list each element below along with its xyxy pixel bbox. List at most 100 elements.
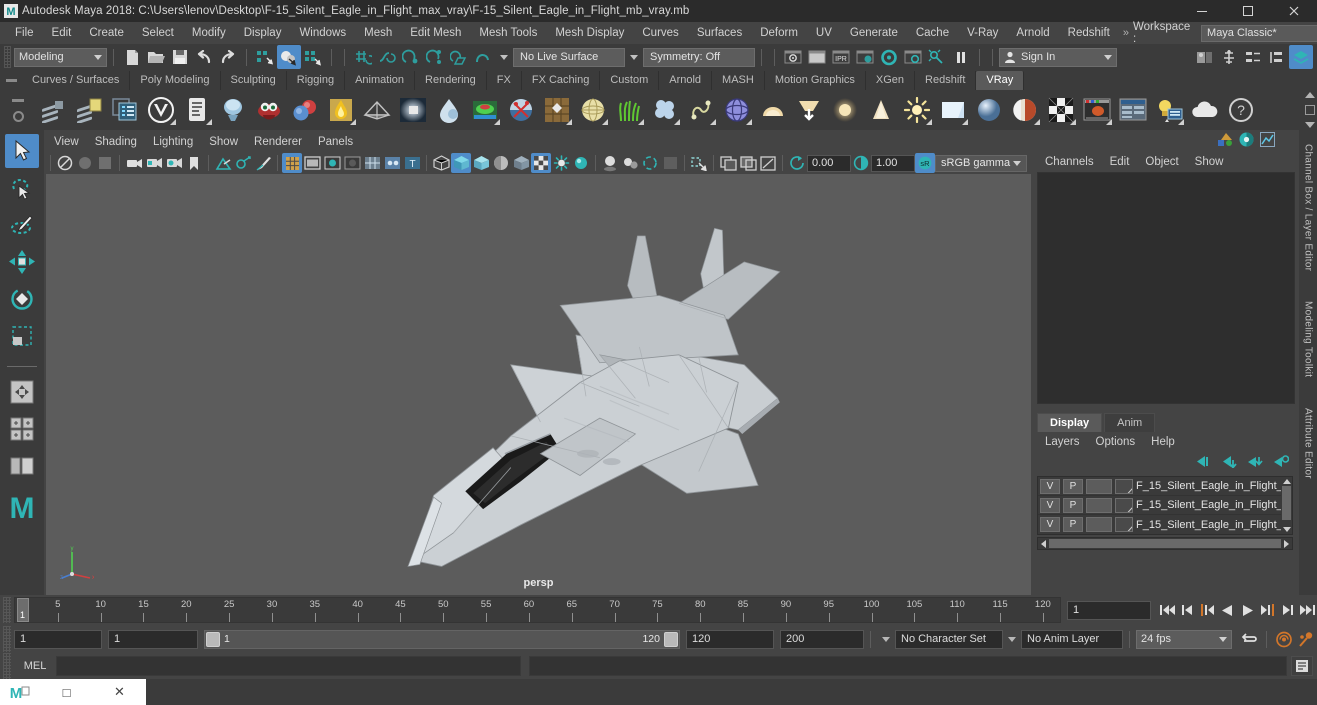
chevron-down-icon[interactable] (500, 54, 508, 60)
render-view-icon[interactable] (805, 45, 829, 69)
select-by-hierarchy-icon[interactable] (253, 45, 277, 69)
redo-icon[interactable] (216, 45, 240, 69)
shelf-scroll-controls[interactable] (1303, 90, 1317, 130)
select-by-component-icon[interactable] (301, 45, 325, 69)
outliner-layout-icon[interactable] (5, 449, 39, 483)
grid-toggle-icon[interactable] (282, 153, 302, 173)
vray-scene-icon[interactable] (1152, 93, 1186, 127)
shelf-tab-fx-caching[interactable]: FX Caching (521, 71, 601, 90)
screen-space-ao-icon[interactable] (660, 153, 680, 173)
menu-display[interactable]: Display (235, 22, 291, 44)
rotate-tool-icon[interactable] (5, 282, 39, 316)
vray-dome-light-icon[interactable] (756, 93, 790, 127)
channels-menu[interactable]: Channels (1037, 152, 1102, 172)
animation-start-field[interactable]: 1 (14, 629, 102, 649)
menu-select[interactable]: Select (133, 22, 183, 44)
menu-surfaces[interactable]: Surfaces (688, 22, 751, 44)
shelf-options-handle[interactable] (0, 90, 36, 130)
xray-icon[interactable] (362, 153, 382, 173)
color-management-icon[interactable]: sR (915, 153, 935, 173)
command-line-grip[interactable] (3, 653, 11, 679)
play-forwards-icon[interactable] (1237, 598, 1257, 622)
panel-tearoff-icon[interactable] (738, 153, 758, 173)
statusbar-grip[interactable] (4, 46, 11, 68)
pause-icon[interactable] (949, 45, 973, 69)
save-scene-icon[interactable] (168, 45, 192, 69)
range-slider-grip[interactable] (3, 626, 11, 652)
attribute-editor-icon[interactable] (1239, 132, 1254, 150)
vray-light-mtl-icon[interactable] (396, 93, 430, 127)
shaded-textured-icon[interactable] (511, 153, 531, 173)
shelf-tab-poly-modeling[interactable]: Poly Modeling (130, 71, 221, 90)
layer-type-toggle[interactable] (1086, 497, 1112, 513)
snap-to-point-icon[interactable] (399, 45, 423, 69)
vray-logo-icon[interactable] (144, 93, 178, 127)
layer-list-horizontal-scrollbar[interactable] (1037, 537, 1293, 550)
vray-fur-icon[interactable] (612, 93, 646, 127)
range-end-field[interactable]: 120 (686, 629, 774, 649)
layer-new-icon[interactable] (1246, 455, 1263, 471)
shadows-icon[interactable] (600, 153, 620, 173)
range-slider-right-handle[interactable] (664, 631, 678, 647)
vray-hair-icon[interactable] (684, 93, 718, 127)
gate-mask-icon[interactable] (342, 153, 362, 173)
shelf-tab-redshift[interactable]: Redshift (915, 71, 977, 90)
exposure-field[interactable]: 0.00 (807, 154, 851, 172)
vray-cloud-icon[interactable] (1188, 93, 1222, 127)
layer-name[interactable]: F_15_Silent_Eagle_in_Flight_ (1136, 499, 1283, 511)
vray-tex-checker-icon[interactable] (1044, 93, 1078, 127)
chevron-down-icon[interactable] (1008, 636, 1016, 642)
vray-mtl-icon[interactable] (216, 93, 250, 127)
gamma-reset-icon[interactable] (851, 153, 871, 173)
lights-icon[interactable] (551, 153, 571, 173)
menu-modify[interactable]: Modify (183, 22, 235, 44)
scroll-right-icon[interactable] (1284, 539, 1289, 548)
open-scene-icon[interactable] (144, 45, 168, 69)
time-slider-track[interactable]: 1 5 10 15 20 25 30 35 40 45 50 55 60 65 70 75 80 85 90 95 1… (14, 597, 1061, 623)
scroll-down-icon[interactable] (1282, 527, 1291, 532)
shelf-tab-curves-surfaces[interactable]: Curves / Surfaces (22, 71, 131, 90)
menu-curves[interactable]: Curves (633, 22, 687, 44)
single-view-layout-icon[interactable] (5, 375, 39, 409)
tab-anim[interactable]: Anim (1104, 413, 1156, 432)
vray-sun-icon[interactable] (828, 93, 862, 127)
shelf-tab-vray[interactable]: VRay (976, 71, 1025, 90)
vray-mesh-light-icon[interactable] (1008, 93, 1042, 127)
vray-sphere-icon[interactable] (576, 93, 610, 127)
taskbar-close-button[interactable]: ✕ (93, 684, 146, 700)
vray-sky-light-icon[interactable] (900, 93, 934, 127)
range-start-field[interactable]: 1 (108, 629, 198, 649)
menu-uv[interactable]: UV (807, 22, 841, 44)
menu-edit-mesh[interactable]: Edit Mesh (401, 22, 470, 44)
select-camera-icon[interactable] (55, 153, 75, 173)
scrollbar-thumb[interactable] (1282, 486, 1291, 520)
resolution-gate-icon[interactable] (322, 153, 342, 173)
play-backwards-icon[interactable] (1217, 598, 1237, 622)
minimize-button[interactable] (1179, 0, 1225, 22)
menu-windows[interactable]: Windows (290, 22, 355, 44)
loop-playback-icon[interactable] (1238, 628, 1260, 650)
options-menu[interactable]: Options (1088, 432, 1144, 452)
render-sequence-icon[interactable] (853, 45, 877, 69)
motion-blur-icon[interactable] (640, 153, 660, 173)
layers-menu[interactable]: Layers (1037, 432, 1088, 452)
two-d-pan-zoom-icon[interactable] (233, 153, 253, 173)
layer-type-toggle[interactable] (1086, 478, 1112, 494)
viewport-menu-show[interactable]: Show (201, 132, 246, 152)
command-input[interactable] (56, 656, 521, 676)
step-back-keyframe-icon[interactable] (1177, 598, 1197, 622)
lock-camera-icon[interactable] (144, 153, 164, 173)
camera-attributes-icon[interactable] (164, 153, 184, 173)
menu-mesh-display[interactable]: Mesh Display (546, 22, 633, 44)
close-button[interactable] (1271, 0, 1317, 22)
chevron-down-icon[interactable] (882, 636, 890, 642)
render-current-frame-icon[interactable] (781, 45, 805, 69)
color-profile-select[interactable]: sRGB gamma (935, 154, 1027, 172)
go-to-end-icon[interactable] (1297, 598, 1317, 622)
snap-to-view-planes-icon[interactable] (447, 45, 471, 69)
select-by-object-icon[interactable] (277, 45, 301, 69)
layer-new-from-selected-icon[interactable] (1272, 455, 1290, 471)
vray-bump-mtl-icon[interactable] (504, 93, 538, 127)
scale-tool-icon[interactable] (5, 319, 39, 353)
graph-editor-icon[interactable] (1260, 132, 1275, 150)
